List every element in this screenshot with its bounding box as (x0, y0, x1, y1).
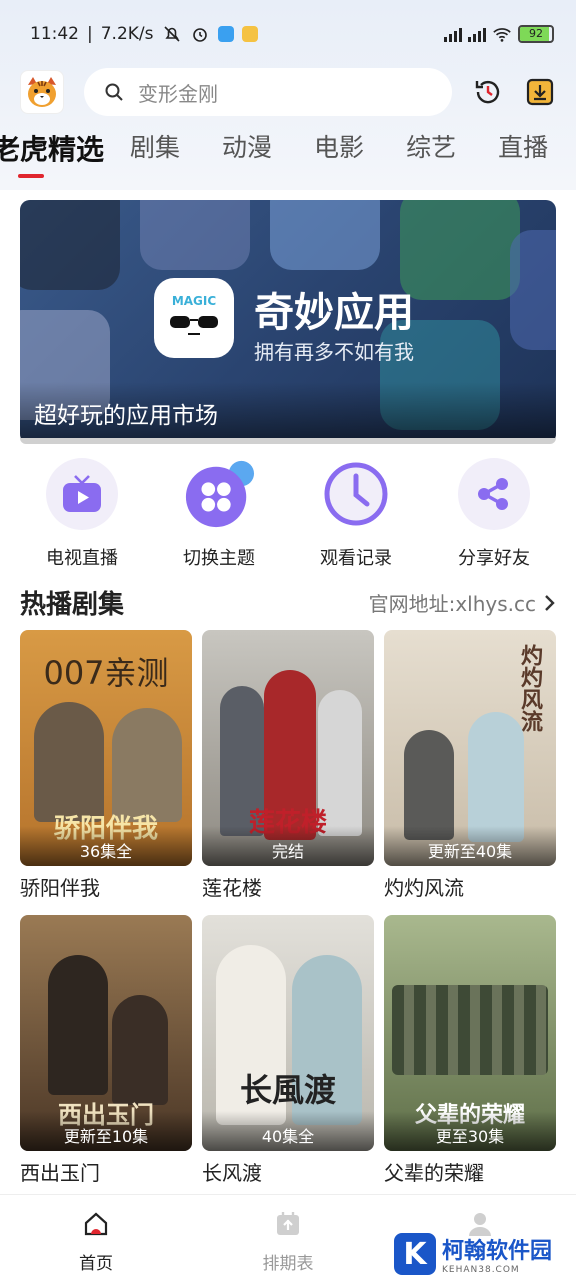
banner-title: 奇妙应用 (254, 290, 414, 336)
history-icon[interactable] (470, 74, 506, 110)
episode-badge: 更新至10集 (20, 1111, 192, 1151)
show-card[interactable]: 父辈的荣耀 更至30集 父辈的荣耀 (384, 915, 556, 1186)
episode-badge: 更至30集 (384, 1111, 556, 1151)
theme-icon (183, 458, 255, 530)
chevron-right-icon (545, 594, 555, 611)
share-icon (458, 458, 530, 530)
tiger-logo-icon[interactable] (20, 70, 64, 114)
show-title: 西出玉门 (20, 1161, 100, 1185)
nav-home[interactable]: 首页 (46, 1209, 146, 1274)
magic-icon-label: MAGIC (171, 294, 217, 308)
quick-action-history[interactable]: 观看记录 (296, 458, 416, 570)
alarm-icon (190, 24, 210, 44)
banner-decor-tile (510, 230, 556, 350)
show-title: 莲花楼 (202, 876, 262, 900)
poster-figure (48, 955, 108, 1095)
show-poster: 007亲测 骄阳伴我 36集全 (20, 630, 192, 866)
banner-decor-tile (270, 200, 380, 270)
magic-app-icon: MAGIC (154, 278, 234, 358)
battery-icon: 92 (518, 25, 554, 43)
episode-badge: 40集全 (202, 1111, 374, 1151)
show-poster: 莲花楼 完结 (202, 630, 374, 866)
home-icon (81, 1209, 111, 1239)
quick-action-tv[interactable]: 电视直播 (22, 458, 142, 570)
watermark-url: KEHAN38.COM (442, 1265, 520, 1275)
tab-featured[interactable]: 老虎精选 (0, 128, 104, 178)
tab-anime[interactable]: 动漫 (222, 128, 272, 164)
quick-action-label: 电视直播 (46, 548, 118, 569)
show-card[interactable]: 007亲测 骄阳伴我 36集全 骄阳伴我 (20, 630, 192, 901)
status-time: 11:42 (30, 24, 79, 44)
section-title: 热播剧集 (20, 590, 125, 620)
banner-decor-tile (140, 200, 250, 270)
app-notification-icon-2 (241, 26, 258, 42)
status-divider: | (87, 24, 93, 44)
poster-title-art: 灼灼风流 (517, 644, 542, 732)
poster-title-art: 长風渡 (239, 1071, 336, 1109)
episode-badge: 36集全 (20, 826, 192, 866)
quick-action-label: 切换主题 (183, 548, 255, 569)
show-card[interactable]: 西出玉门 更新至10集 西出玉门 (20, 915, 192, 1186)
tab-series[interactable]: 剧集 (130, 128, 180, 164)
episode-badge: 完结 (202, 826, 374, 866)
show-card[interactable]: 灼灼风流 更新至40集 灼灼风流 (384, 630, 556, 901)
tab-variety[interactable]: 综艺 (406, 128, 456, 164)
show-title: 骄阳伴我 (20, 876, 100, 900)
poster-figure (112, 995, 168, 1105)
quick-action-label: 观看记录 (320, 548, 392, 569)
poster-overlay-text: 007亲测 (43, 654, 169, 692)
banner-subtitle: 拥有再多不如有我 (254, 340, 414, 364)
poster-figure (34, 702, 104, 822)
status-bar: 11:42 | 7.2K/s 92 (0, 18, 576, 50)
show-title: 长风渡 (202, 1161, 262, 1185)
banner-indicator (20, 438, 556, 444)
poster-figure (112, 708, 182, 822)
download-icon[interactable] (522, 74, 558, 110)
tab-movies[interactable]: 电影 (314, 128, 364, 164)
signal-icon-2 (468, 26, 486, 42)
tv-icon (46, 458, 118, 530)
section-more-link[interactable]: 官网地址:xlhys.cc (369, 588, 556, 617)
show-poster: 灼灼风流 更新至40集 (384, 630, 556, 866)
clock-icon (320, 458, 392, 530)
show-title: 父辈的荣耀 (384, 1161, 484, 1185)
quick-action-label: 分享好友 (458, 548, 530, 569)
episode-badge: 更新至40集 (384, 826, 556, 866)
schedule-icon (273, 1209, 303, 1239)
tab-live[interactable]: 直播 (498, 128, 548, 164)
nav-label: 首页 (79, 1254, 113, 1274)
wifi-icon (492, 24, 512, 44)
show-title: 灼灼风流 (384, 876, 464, 900)
signal-icon (444, 26, 462, 42)
quick-action-theme[interactable]: 切换主题 (159, 458, 279, 570)
search-bar[interactable]: 变形金刚 (84, 68, 452, 116)
site-watermark: K 柯翰软件园 KEHAN38.COM (394, 1228, 564, 1280)
promo-banner[interactable]: MAGIC 奇妙应用 拥有再多不如有我 超好玩的应用市场 (20, 200, 556, 444)
banner-decor-tile (20, 200, 120, 290)
network-speed: 7.2K/s (100, 24, 154, 44)
nav-label: 排期表 (262, 1254, 314, 1274)
show-card[interactable]: 长風渡 40集全 长风渡 (202, 915, 374, 1186)
nav-schedule[interactable]: 排期表 (238, 1209, 338, 1274)
search-icon (105, 83, 123, 101)
show-card[interactable]: 莲花楼 完结 莲花楼 (202, 630, 374, 901)
category-tabs: 老虎精选 剧集 动漫 电影 综艺 直播 (0, 128, 576, 184)
search-placeholder: 变形金刚 (138, 81, 218, 106)
show-poster: 西出玉门 更新至10集 (20, 915, 192, 1151)
banner-decor-tile (400, 200, 520, 300)
mute-bell-icon (162, 24, 182, 44)
app-notification-icon (217, 26, 234, 42)
watermark-logo: K (394, 1233, 436, 1275)
poster-figure (392, 985, 548, 1075)
watermark-title: 柯翰软件园 (442, 1239, 553, 1264)
show-poster: 长風渡 40集全 (202, 915, 374, 1151)
website-address: 官网地址:xlhys.cc (368, 592, 536, 616)
show-poster: 父辈的荣耀 更至30集 (384, 915, 556, 1151)
quick-action-share[interactable]: 分享好友 (434, 458, 554, 570)
battery-percent: 92 (529, 27, 543, 40)
banner-caption: 超好玩的应用市场 (20, 382, 556, 444)
poster-figure (404, 730, 454, 840)
